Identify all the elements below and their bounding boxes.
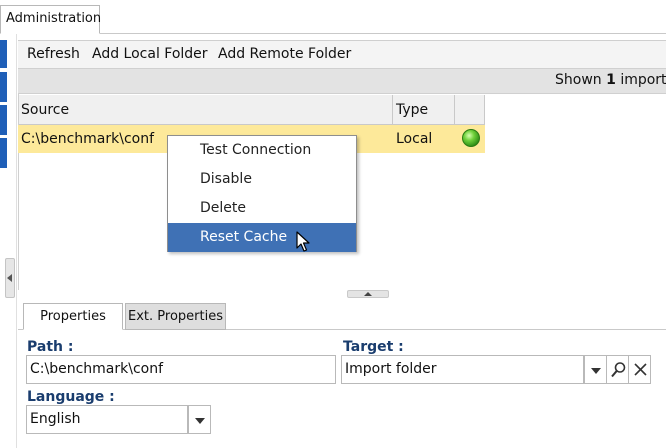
chevron-down-icon — [591, 368, 601, 374]
chevron-up-icon — [364, 292, 372, 296]
tab-ext-properties[interactable]: Ext. Properties — [125, 303, 226, 330]
sidebar-button-4[interactable] — [0, 138, 7, 168]
sidebar-button-1[interactable] — [0, 40, 7, 68]
chevron-down-icon — [195, 418, 205, 424]
sidebar-button-2[interactable] — [0, 72, 7, 102]
tab-properties[interactable]: Properties — [23, 303, 123, 330]
mouse-pointer-icon — [296, 231, 310, 252]
language-select[interactable]: English — [26, 405, 188, 434]
add-local-folder-button[interactable]: Add Local Folder — [92, 46, 208, 62]
target-dropdown-button[interactable] — [584, 355, 607, 384]
column-header-type[interactable]: Type — [393, 95, 455, 125]
chevron-left-icon — [7, 274, 12, 282]
menu-item-disable[interactable]: Disable — [168, 165, 356, 194]
shown-suffix: import — [620, 72, 666, 88]
shown-count-text: Shown 1 import — [555, 72, 666, 88]
search-icon — [611, 362, 626, 378]
shown-prefix: Shown — [555, 72, 602, 88]
language-label: Language : — [27, 389, 115, 405]
target-clear-button[interactable] — [628, 355, 651, 384]
grid-left-border — [18, 94, 19, 290]
target-search-button[interactable] — [606, 355, 629, 384]
language-dropdown-button[interactable] — [188, 405, 211, 434]
column-header-status[interactable] — [455, 95, 485, 125]
menu-item-delete[interactable]: Delete — [168, 194, 356, 223]
sidebar-button-3[interactable] — [0, 105, 7, 135]
path-field[interactable]: C:\benchmark\conf — [26, 355, 336, 384]
tab-administration[interactable]: Administration — [0, 5, 101, 34]
close-icon — [634, 363, 647, 376]
shown-count: 1 — [606, 72, 616, 88]
target-label: Target : — [343, 339, 404, 355]
menu-item-reset-cache[interactable]: Reset Cache — [168, 223, 356, 252]
column-header-source[interactable]: Source — [18, 95, 393, 125]
refresh-button[interactable]: Refresh — [27, 46, 80, 62]
add-remote-folder-button[interactable]: Add Remote Folder — [218, 46, 351, 62]
path-label: Path : — [27, 339, 74, 355]
cell-type: Local — [396, 131, 433, 147]
target-field[interactable]: Import folder — [341, 355, 584, 384]
green-status-icon — [462, 129, 480, 147]
menu-item-test-connection[interactable]: Test Connection — [168, 136, 356, 165]
cell-source: C:\benchmark\conf — [21, 131, 155, 147]
tab-strip-divider — [100, 33, 666, 34]
left-gutter — [7, 34, 17, 448]
